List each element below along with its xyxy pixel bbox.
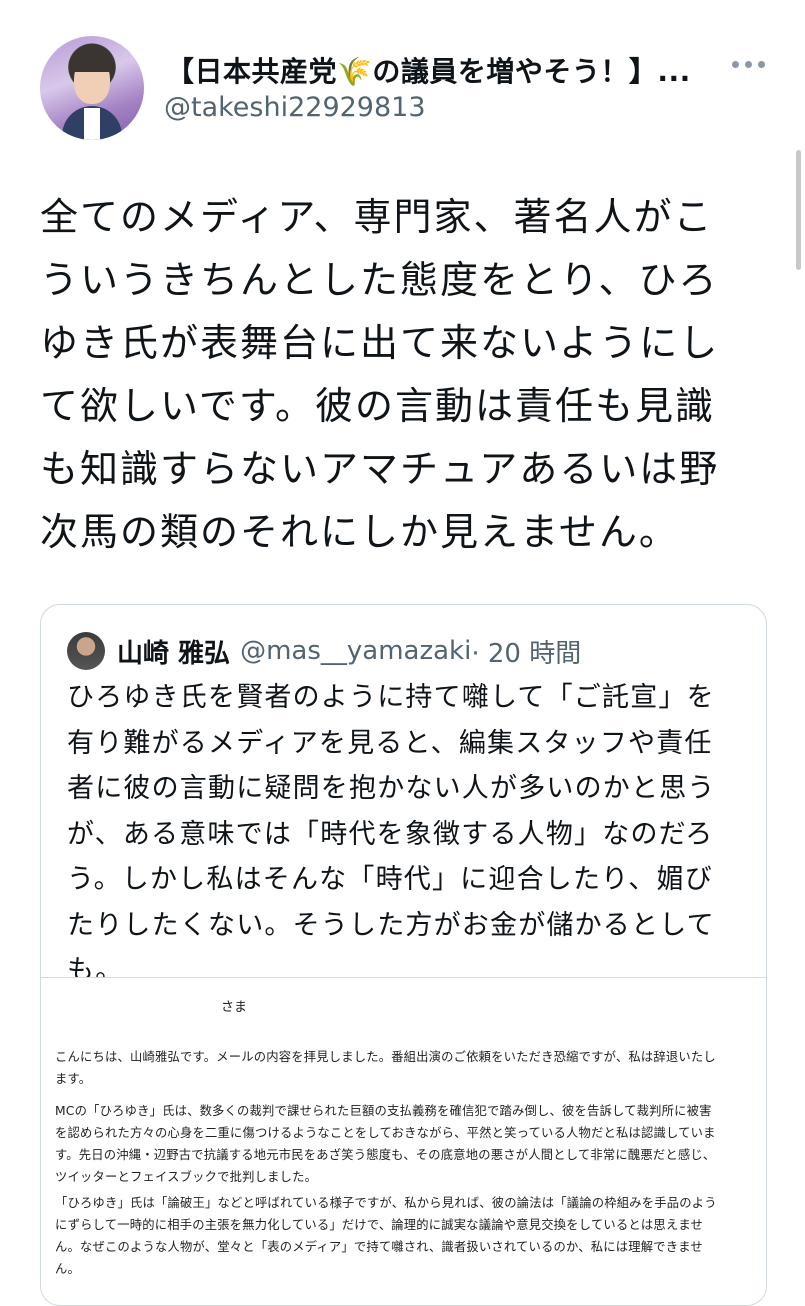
quoted-handle: @mas__yamazaki [240,636,472,666]
more-options-icon[interactable] [732,54,772,74]
quoted-tweet-text: ひろゆき氏を賢者のように持て囃して「ご託宣」を 有り難がるメディアを見ると、編集… [67,682,716,986]
user-handle[interactable]: @takeshi22929813 [164,92,426,123]
letter-paragraph-1: こんにちは、山崎雅弘です。メールの内容を拝見しました。番組出演のご依頼をいただき… [55,1050,716,1086]
avatar-collar [84,108,100,140]
dot [745,60,752,68]
letter-paragraph-3: 「ひろゆき」氏は「論破王」などと呼ばれている様子ですが、私から見れば、彼の論法は… [55,1196,717,1276]
scrollbar[interactable] [796,150,801,270]
quoted-tweet-header: 山崎 雅弘 @mas__yamazaki · 20 時間 [67,631,581,671]
letter-salutation: さま [221,1000,248,1015]
tweet-header: 【日本共産党🌾の議員を増やそう！】... @takeshi22929813 [40,36,780,146]
dot [732,60,739,68]
display-name-prefix: 【日本共産党 [166,55,338,88]
rice-emoji: 🌾 [337,55,373,88]
quoted-display-name: 山崎 雅弘 [117,638,231,669]
display-name-suffix: の議員を増やそう！】... [372,55,691,88]
avatar[interactable] [40,36,144,140]
dot [758,60,765,68]
quoted-tweet[interactable]: 山崎 雅弘 @mas__yamazaki · 20 時間 ひろゆき氏を賢者のよう… [40,604,767,1306]
avatar-hair [71,52,113,72]
quoted-timestamp: · 20 時間 [471,638,582,669]
letter-paragraph-2: MCの「ひろゆき」氏は、数多くの裁判で課せられた巨額の支払義務を確信犯で踏み倒し… [55,1104,716,1184]
tweet-text: 全てのメディア、専門家、著名人がこ ういうきちんとした態度をとり、ひろ ゆき氏が… [40,195,720,554]
quoted-avatar [67,632,105,670]
display-name[interactable]: 【日本共産党🌾の議員を増やそう！】... [166,50,736,90]
attached-letter-image[interactable]: さま こんにちは、山崎雅弘です。メールの内容を拝見しました。番組出演のご依頼をい… [41,977,766,1305]
